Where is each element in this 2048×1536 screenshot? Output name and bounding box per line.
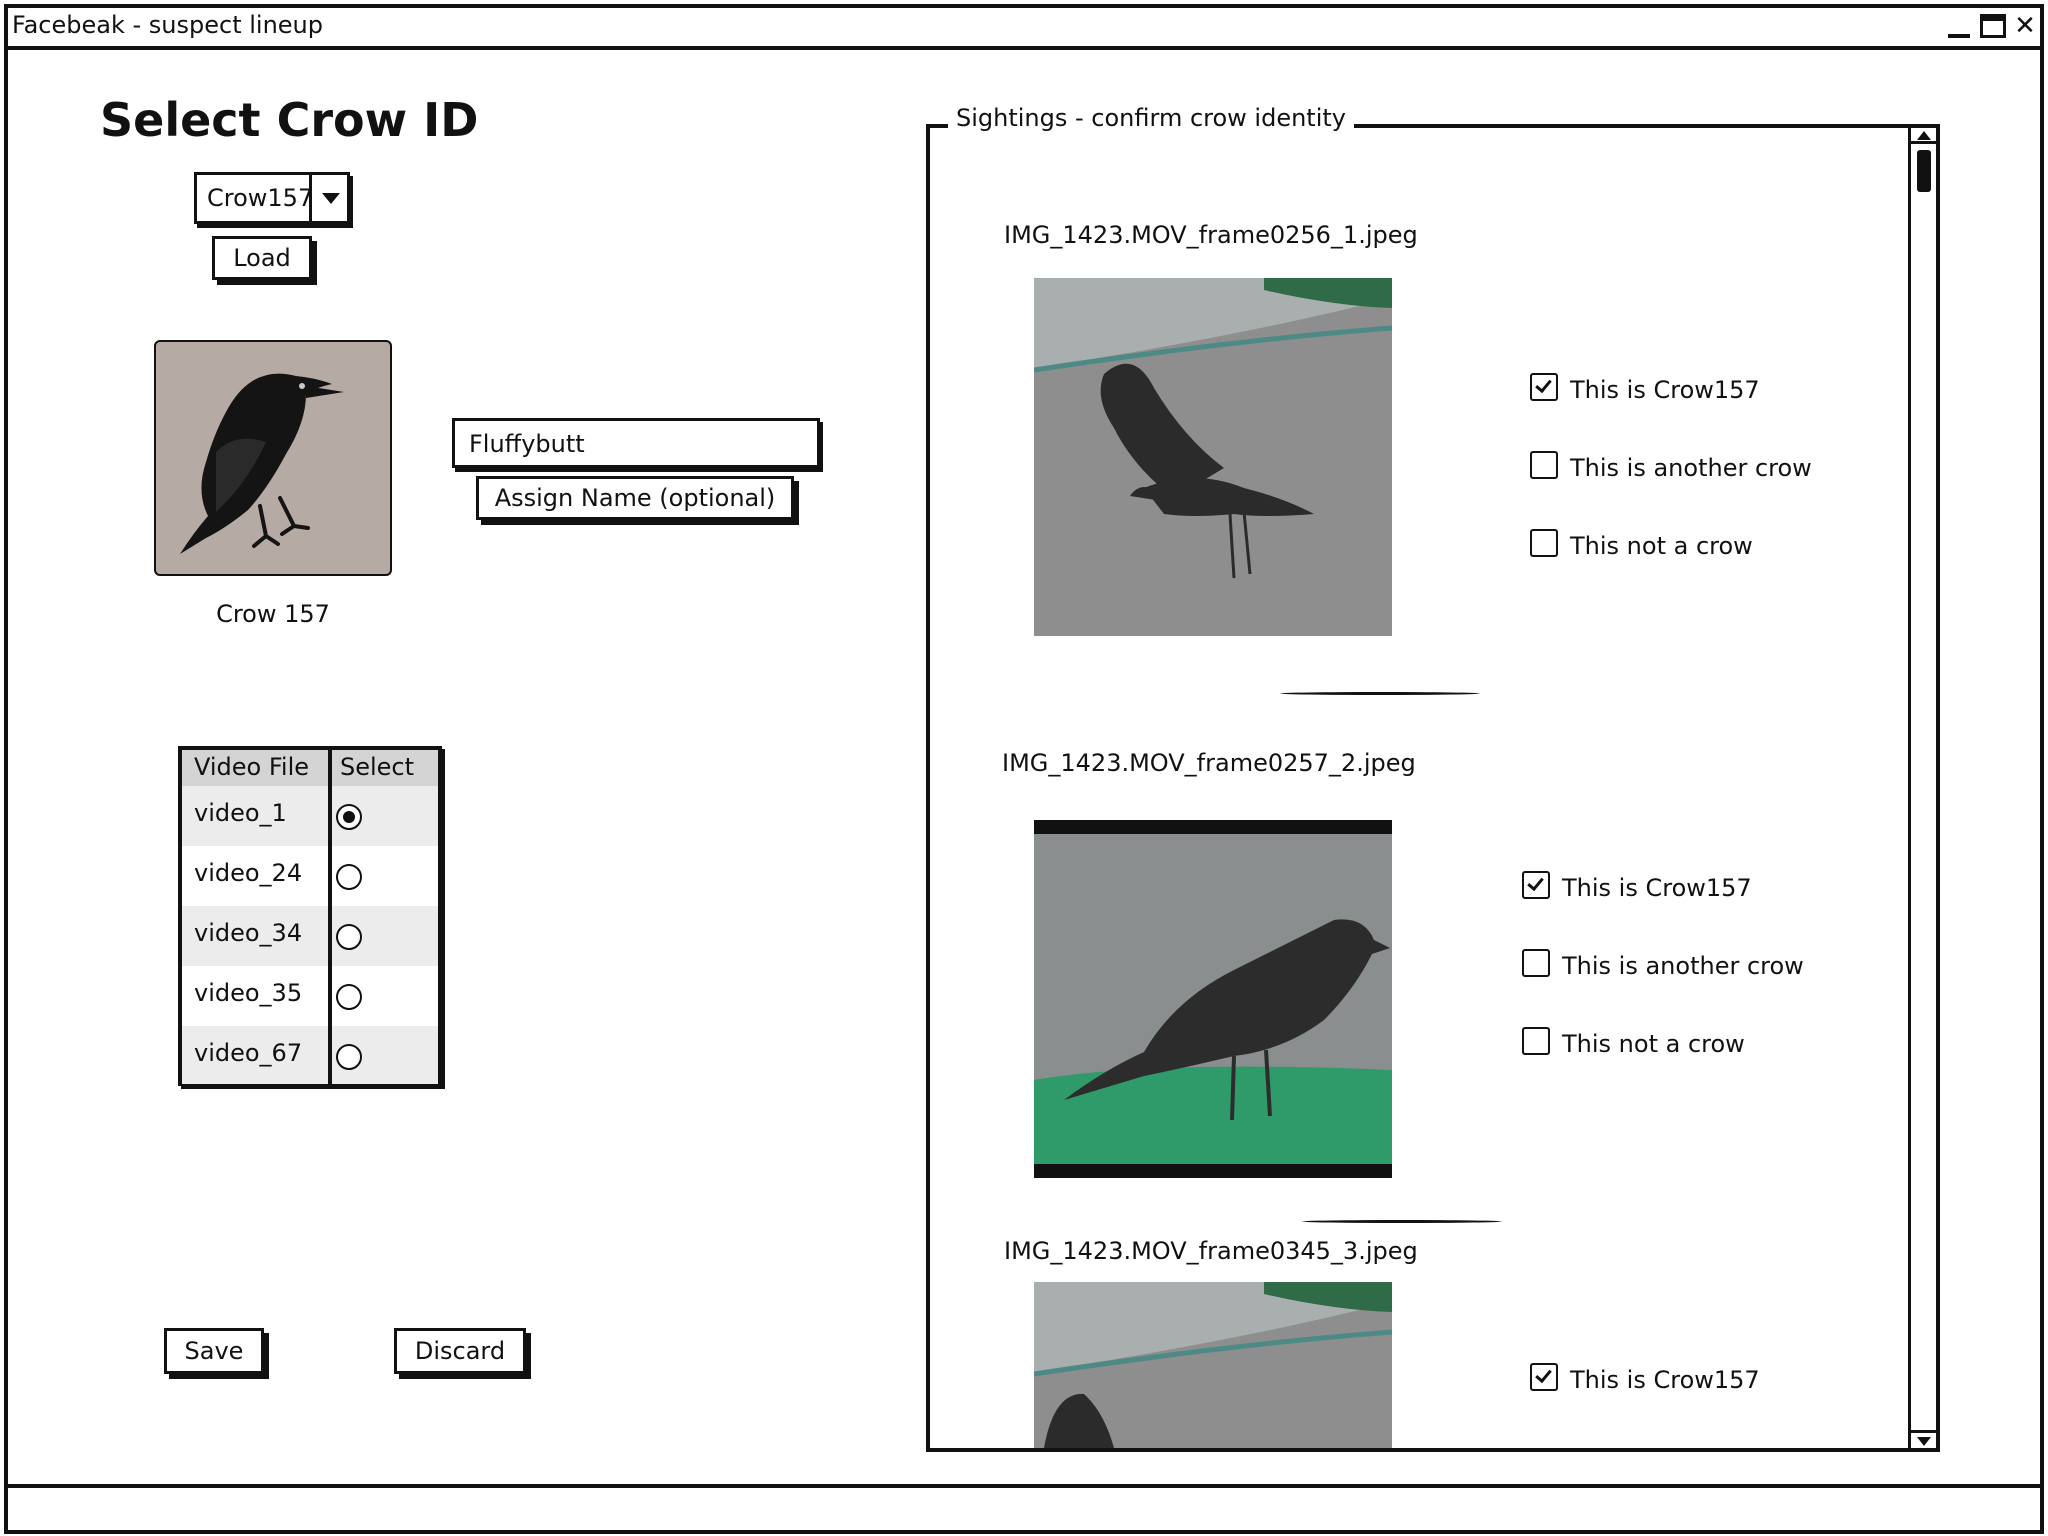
option-label: This is another crow: [1562, 952, 1804, 980]
video-select-radio[interactable]: [336, 804, 362, 830]
column-header-select: Select: [340, 753, 415, 781]
sighting-option[interactable]: This is Crow157: [1522, 871, 1752, 903]
video-file-name: video_1: [194, 799, 287, 827]
scroll-thumb[interactable]: [1917, 150, 1931, 192]
window-title: Facebeak - suspect lineup: [12, 11, 324, 39]
checkbox-checked-icon[interactable]: [1530, 1363, 1558, 1391]
crow-id-select-value: Crow157: [207, 184, 314, 212]
sighting-divider: [1280, 692, 1480, 695]
sighting-image: [1034, 278, 1392, 636]
vertical-scrollbar[interactable]: [1908, 128, 1936, 1448]
load-button[interactable]: Load: [212, 236, 312, 280]
column-divider: [328, 750, 332, 1084]
crow-id-select[interactable]: Crow157: [194, 172, 350, 224]
option-label: This is Crow157: [1562, 874, 1752, 902]
option-label: This is Crow157: [1570, 1366, 1760, 1394]
table-row[interactable]: video_1: [182, 786, 438, 846]
checkbox-icon[interactable]: [1522, 949, 1550, 977]
checkbox-icon[interactable]: [1530, 529, 1558, 557]
sighting-option[interactable]: This is Crow157: [1530, 1363, 1760, 1395]
sighting-option[interactable]: This is another crow: [1530, 451, 1812, 483]
table-row[interactable]: video_24: [182, 846, 438, 906]
table-row[interactable]: video_35: [182, 966, 438, 1026]
column-header-video-file: Video File: [194, 753, 310, 781]
video-file-name: video_67: [194, 1039, 303, 1067]
sighting-image: [1034, 1282, 1392, 1448]
assign-name-button[interactable]: Assign Name (optional): [476, 476, 794, 520]
video-file-table: Video File Select video_1 video_24 video…: [178, 746, 442, 1086]
sighting-filename: IMG_1423.MOV_frame0256_1.jpeg: [1004, 221, 1418, 249]
checkbox-checked-icon[interactable]: [1530, 373, 1558, 401]
sighting-filename: IMG_1423.MOV_frame0345_3.jpeg: [1004, 1237, 1418, 1265]
crow-name-field[interactable]: Fluffybutt: [452, 418, 820, 468]
save-button[interactable]: Save: [164, 1328, 264, 1374]
option-label: This is Crow157: [1570, 376, 1760, 404]
discard-button[interactable]: Discard: [394, 1328, 526, 1374]
sighting-option[interactable]: This is Crow157: [1530, 373, 1760, 405]
sighting-divider: [1302, 1220, 1502, 1223]
maximize-icon[interactable]: [1980, 14, 2006, 38]
chevron-down-icon[interactable]: [309, 175, 349, 221]
table-row[interactable]: video_34: [182, 906, 438, 966]
checkbox-checked-icon[interactable]: [1522, 871, 1550, 899]
sighting-option[interactable]: This is another crow: [1522, 949, 1804, 981]
sighting-image: [1034, 820, 1392, 1178]
video-select-radio[interactable]: [336, 924, 362, 950]
table-row[interactable]: video_67: [182, 1026, 438, 1084]
video-select-radio[interactable]: [336, 864, 362, 890]
video-select-radio[interactable]: [336, 984, 362, 1010]
video-file-name: video_35: [194, 979, 303, 1007]
minimize-icon[interactable]: [1946, 12, 1972, 40]
option-label: This is another crow: [1570, 454, 1812, 482]
checkbox-icon[interactable]: [1530, 451, 1558, 479]
sightings-list[interactable]: IMG_1423.MOV_frame0256_1.jpeg This is Cr…: [930, 128, 1908, 1448]
close-icon[interactable]: ✕: [2012, 12, 2038, 40]
scroll-down-icon[interactable]: [1911, 1430, 1936, 1448]
crow-portrait-image: [154, 340, 392, 576]
page-title: Select Crow ID: [100, 93, 479, 147]
sighting-option[interactable]: This not a crow: [1530, 529, 1753, 561]
scroll-up-icon[interactable]: [1911, 128, 1936, 144]
checkbox-icon[interactable]: [1522, 1027, 1550, 1055]
sighting-option[interactable]: This not a crow: [1522, 1027, 1745, 1059]
option-label: This not a crow: [1570, 532, 1753, 560]
video-file-name: video_34: [194, 919, 303, 947]
video-select-radio[interactable]: [336, 1044, 362, 1070]
table-header: Video File Select: [182, 750, 438, 786]
video-file-name: video_24: [194, 859, 303, 887]
option-label: This not a crow: [1562, 1030, 1745, 1058]
status-bar-divider: [8, 1484, 2040, 1488]
crow-portrait-caption: Crow 157: [216, 600, 330, 628]
sighting-filename: IMG_1423.MOV_frame0257_2.jpeg: [1002, 749, 1416, 777]
